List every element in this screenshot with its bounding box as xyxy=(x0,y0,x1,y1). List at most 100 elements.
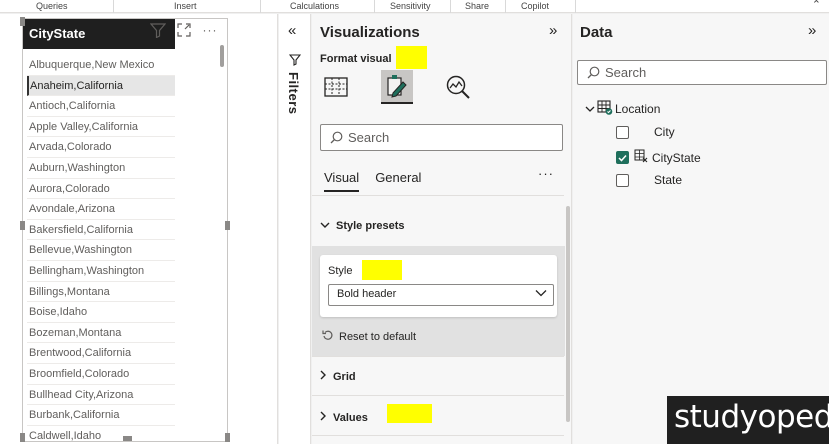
highlight-marker xyxy=(396,46,427,69)
grid-section-header[interactable]: Grid xyxy=(320,370,356,383)
visual-scrollbar[interactable] xyxy=(220,45,224,67)
search-icon xyxy=(587,66,600,79)
visualizations-pane: Visualizations » Format visual Search Vi… xyxy=(312,14,572,444)
chevron-right-icon xyxy=(320,370,327,383)
chevron-down-icon xyxy=(320,220,330,232)
list-item[interactable]: Albuquerque,New Mexico xyxy=(27,55,175,76)
style-label: Style xyxy=(328,265,353,277)
format-tabs: Visual General xyxy=(324,170,421,192)
filter-funnel-icon xyxy=(288,54,302,69)
tab-visual[interactable]: Visual xyxy=(324,170,360,192)
data-pane: Data » Search Location City CityState St… xyxy=(573,14,829,444)
visualizations-title: Visualizations xyxy=(320,24,420,41)
analytics-icon[interactable] xyxy=(442,70,474,104)
ribbon-separator xyxy=(575,0,576,13)
style-dropdown-value: Bold header xyxy=(337,288,397,300)
divider xyxy=(312,435,564,436)
more-options-icon[interactable]: ··· xyxy=(201,21,219,39)
list-item[interactable]: Auburn,Washington xyxy=(27,158,175,179)
list-item[interactable]: Burbank,California xyxy=(27,405,175,426)
ribbon-separator xyxy=(374,0,375,13)
filters-pane-collapsed[interactable]: « Filters xyxy=(279,14,311,444)
field-label: State xyxy=(654,173,683,187)
resize-handle[interactable] xyxy=(123,436,132,441)
list-item[interactable]: Aurora,Colorado xyxy=(27,179,175,200)
list-item[interactable]: Brentwood,California xyxy=(27,343,175,364)
search-placeholder: Search xyxy=(605,65,647,80)
style-presets-card: Style Bold header Reset to default xyxy=(312,246,565,356)
reset-to-default-button[interactable]: Reset to default xyxy=(322,329,416,344)
field-checkbox-checked[interactable] xyxy=(616,151,629,164)
field-label: City xyxy=(654,125,675,139)
highlight-marker xyxy=(362,260,402,280)
list-item[interactable]: Antioch,California xyxy=(27,96,175,117)
divider xyxy=(312,356,564,357)
ribbon-group-queries[interactable]: Queries xyxy=(36,1,68,11)
resize-handle[interactable] xyxy=(20,221,25,230)
more-options-button[interactable]: ··· xyxy=(538,166,554,181)
table-location[interactable]: Location xyxy=(585,100,660,118)
list-item[interactable]: Bozeman,Montana xyxy=(27,323,175,344)
resize-handle[interactable] xyxy=(20,433,25,442)
visual-header-toolbar: ··· xyxy=(149,21,219,39)
collapse-pane-icon[interactable]: » xyxy=(808,22,816,39)
pane-scrollbar[interactable] xyxy=(566,206,570,422)
field-checkbox[interactable] xyxy=(616,173,629,187)
filters-label[interactable]: Filters xyxy=(286,72,301,115)
ribbon-group-insert[interactable]: Insert xyxy=(174,1,197,11)
focus-mode-icon[interactable] xyxy=(175,21,193,39)
list-item[interactable]: Billings,Montana xyxy=(27,282,175,303)
ribbon-group-calculations[interactable]: Calculations xyxy=(290,1,339,11)
resize-handle[interactable] xyxy=(225,221,230,230)
highlight-marker xyxy=(387,404,432,423)
list-item[interactable]: Broomfield,Colorado xyxy=(27,364,175,385)
field-state[interactable]: State xyxy=(616,173,682,187)
list-item[interactable]: Apple Valley,California xyxy=(27,117,175,138)
chevron-down-icon xyxy=(535,288,547,300)
ribbon: Queries Insert Calculations Sensitivity … xyxy=(0,0,829,13)
filter-icon[interactable] xyxy=(149,21,167,39)
chevron-down-icon xyxy=(585,102,595,116)
grid-label: Grid xyxy=(333,370,356,383)
resize-handle[interactable] xyxy=(225,433,230,442)
ribbon-group-copilot[interactable]: Copilot xyxy=(521,1,549,11)
ribbon-group-sensitivity[interactable]: Sensitivity xyxy=(390,1,431,11)
ribbon-group-share[interactable]: Share xyxy=(465,1,489,11)
divider xyxy=(312,195,564,196)
field-city[interactable]: City xyxy=(616,125,675,139)
list-item[interactable]: Caldwell,Idaho xyxy=(27,426,175,444)
list-item[interactable]: Boise,Idaho xyxy=(27,302,175,323)
tab-general[interactable]: General xyxy=(375,170,421,192)
data-title: Data xyxy=(580,24,613,41)
data-search-input[interactable]: Search xyxy=(577,60,827,85)
field-checkbox[interactable] xyxy=(616,125,629,139)
reset-label: Reset to default xyxy=(339,330,417,343)
list-item[interactable]: Bullhead City,Arizona xyxy=(27,385,175,406)
field-citystate[interactable]: CityState xyxy=(616,149,701,166)
format-search-input[interactable]: Search xyxy=(320,124,563,151)
list-item-selected[interactable]: Anaheim,California xyxy=(27,75,175,97)
style-setting-box: Style Bold header xyxy=(320,255,557,317)
list-item[interactable]: Bakersfield,California xyxy=(27,220,175,241)
list-item[interactable]: Arvada,Colorado xyxy=(27,137,175,158)
ribbon-separator xyxy=(260,0,261,13)
style-presets-label: Style presets xyxy=(336,220,405,232)
list-item[interactable]: Bellingham,Washington xyxy=(27,261,175,282)
style-dropdown[interactable]: Bold header xyxy=(328,284,554,306)
pane-mode-switcher xyxy=(320,70,474,104)
ribbon-collapse-icon[interactable]: ⌃ xyxy=(812,0,821,11)
values-section-header[interactable]: Values xyxy=(320,411,368,424)
report-canvas: CityState ··· Albuquerque,New Mexico Ana… xyxy=(0,14,278,444)
expand-filters-icon[interactable]: « xyxy=(288,22,296,39)
style-presets-header[interactable]: Style presets xyxy=(320,220,404,232)
list-item[interactable]: Bellevue,Washington xyxy=(27,240,175,261)
table-visual[interactable]: CityState ··· Albuquerque,New Mexico Ana… xyxy=(20,17,230,444)
resize-handle[interactable] xyxy=(20,17,25,26)
values-label: Values xyxy=(333,411,368,424)
chevron-right-icon xyxy=(320,411,327,424)
list-item[interactable]: Avondale,Arizona xyxy=(27,199,175,220)
build-visual-icon[interactable] xyxy=(320,70,352,104)
format-visual-icon[interactable] xyxy=(381,70,413,104)
collapse-pane-icon[interactable]: » xyxy=(549,22,557,39)
table-icon xyxy=(597,100,613,118)
